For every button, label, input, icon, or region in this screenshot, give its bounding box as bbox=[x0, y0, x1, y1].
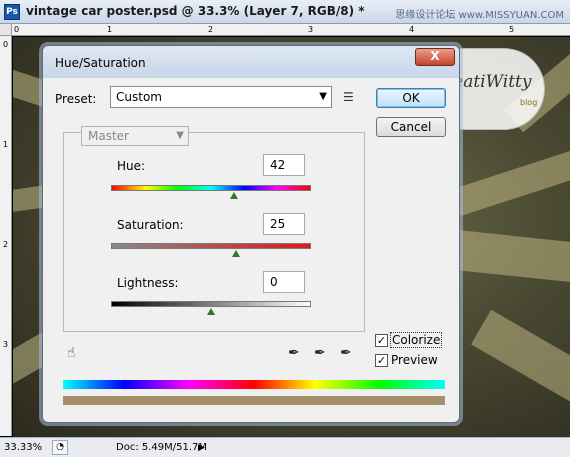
ruler-tick-label: 2 bbox=[208, 25, 214, 34]
creatiwitty-badge-sub: blog bbox=[520, 98, 538, 107]
preset-label: Preset: bbox=[55, 92, 97, 106]
status-bar: 33.33% ◔ Doc: 5.49M/51.7M ▶ bbox=[0, 437, 570, 457]
document-titlebar: Ps vintage car poster.psd @ 33.3% (Layer… bbox=[0, 0, 570, 24]
colorize-checkbox[interactable]: ✓ bbox=[375, 334, 388, 347]
lightness-label: Lightness: bbox=[117, 276, 179, 290]
ruler-tick-label: 5 bbox=[509, 25, 515, 34]
preview-label[interactable]: Preview bbox=[391, 353, 438, 367]
ruler-corner[interactable] bbox=[0, 24, 12, 36]
cancel-button[interactable]: Cancel bbox=[376, 117, 446, 137]
hue-saturation-dialog: Hue/Saturation X Preset: Custom ▼ ☰ OK C… bbox=[42, 45, 460, 423]
hue-slider-thumb[interactable] bbox=[230, 192, 239, 199]
hue-label: Hue: bbox=[117, 159, 146, 173]
doc-size-info: Doc: 5.49M/51.7M bbox=[116, 442, 208, 453]
eyedropper-icon[interactable]: ✒ bbox=[288, 345, 300, 361]
ruler-tick-label: 1 bbox=[107, 25, 113, 34]
preview-checkbox[interactable]: ✓ bbox=[375, 354, 388, 367]
photoshop-logo-icon: Ps bbox=[4, 4, 20, 20]
canvas-ray bbox=[451, 229, 570, 285]
status-menu-icon[interactable]: ◔ bbox=[52, 440, 68, 455]
status-arrow-icon[interactable]: ▶ bbox=[198, 441, 205, 455]
ruler-tick-label: 1 bbox=[3, 140, 9, 149]
channel-value: Master bbox=[88, 129, 129, 143]
preset-dropdown[interactable]: Custom ▼ bbox=[110, 86, 332, 108]
ruler-tick-label: 3 bbox=[308, 25, 314, 34]
zoom-level[interactable]: 33.33% bbox=[4, 441, 48, 455]
lightness-slider-thumb[interactable] bbox=[207, 308, 215, 315]
lightness-slider-track[interactable] bbox=[111, 301, 311, 307]
ruler-tick-label: 4 bbox=[409, 25, 415, 34]
saturation-input[interactable]: 25 bbox=[263, 213, 305, 235]
site-watermark: 思缘设计论坛 www.MISSYUAN.COM bbox=[395, 10, 564, 21]
output-color-bar bbox=[63, 396, 445, 405]
document-title: vintage car poster.psd @ 33.3% (Layer 7,… bbox=[26, 4, 365, 18]
eyedropper-minus-icon[interactable]: ✒ bbox=[340, 345, 352, 361]
channel-dropdown[interactable]: Master ▼ bbox=[81, 126, 189, 146]
hue-slider-track[interactable] bbox=[111, 185, 311, 191]
input-color-spectrum bbox=[63, 380, 445, 389]
chevron-down-icon: ▼ bbox=[176, 130, 184, 141]
saturation-label: Saturation: bbox=[117, 218, 184, 232]
saturation-slider-track[interactable] bbox=[111, 243, 311, 249]
dialog-title: Hue/Saturation bbox=[55, 56, 146, 70]
chevron-down-icon: ▼ bbox=[319, 91, 327, 102]
canvas-ray bbox=[471, 309, 570, 405]
hand-tool-icon[interactable]: ☝ bbox=[67, 345, 76, 361]
colorize-checkbox-row[interactable]: ✓ Colorize bbox=[375, 332, 443, 348]
ruler-tick-label: 0 bbox=[3, 40, 9, 49]
ruler-tick-label: 2 bbox=[3, 240, 9, 249]
ruler-vertical[interactable]: 0 1 2 3 bbox=[0, 36, 12, 436]
preset-value: Custom bbox=[116, 90, 162, 104]
colorize-label[interactable]: Colorize bbox=[389, 332, 443, 348]
ruler-horizontal[interactable]: 0 1 2 3 4 5 bbox=[12, 24, 570, 36]
ruler-tick-label: 0 bbox=[14, 25, 20, 34]
dialog-titlebar[interactable]: Hue/Saturation X bbox=[43, 46, 459, 78]
ruler-tick-label: 3 bbox=[3, 340, 9, 349]
eyedropper-plus-icon[interactable]: ✒ bbox=[314, 345, 326, 361]
close-button[interactable]: X bbox=[415, 48, 455, 66]
preview-checkbox-row[interactable]: ✓ Preview bbox=[375, 353, 438, 367]
canvas-ray bbox=[452, 146, 570, 216]
hue-input[interactable]: 42 bbox=[263, 154, 305, 176]
lightness-input[interactable]: 0 bbox=[263, 271, 305, 293]
ok-button[interactable]: OK bbox=[376, 88, 446, 108]
saturation-slider-thumb[interactable] bbox=[232, 250, 240, 257]
preset-options-icon[interactable]: ☰ bbox=[343, 90, 354, 104]
